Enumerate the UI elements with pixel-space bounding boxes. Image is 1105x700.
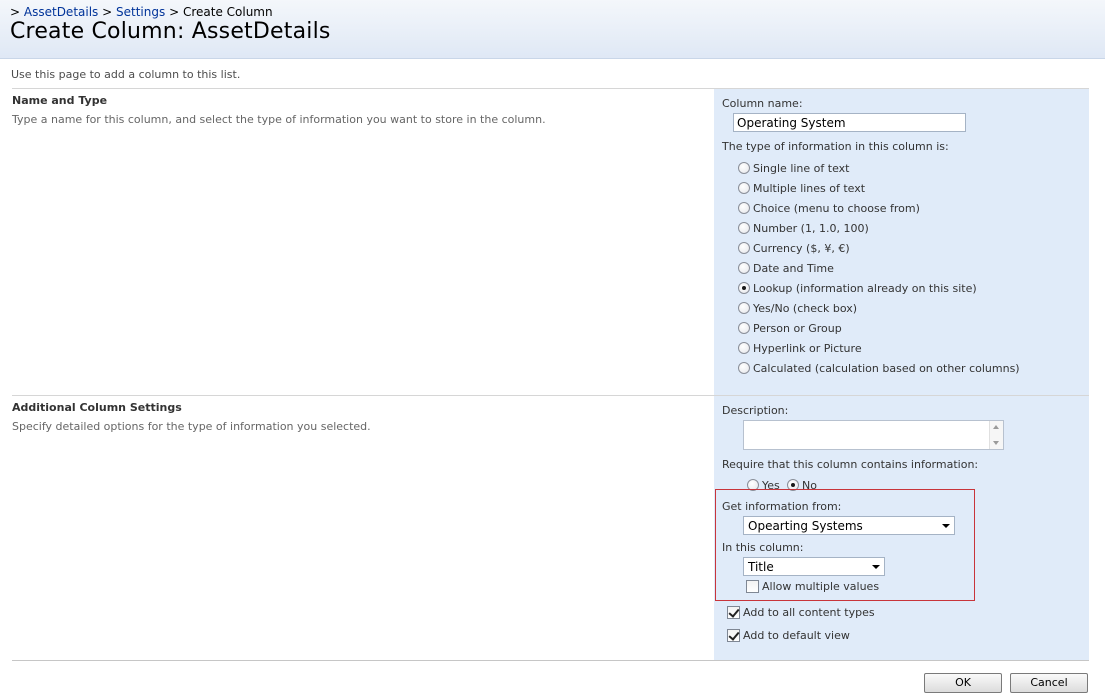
ok-button[interactable]: OK	[924, 673, 1002, 693]
breadcrumb-separator: >	[169, 5, 179, 19]
name-type-heading: Name and Type	[12, 94, 107, 107]
allow-multiple-label: Allow multiple values	[762, 580, 879, 593]
column-type-option[interactable]: Calculated (calculation based on other c…	[738, 360, 1020, 376]
column-type-option[interactable]: Person or Group	[738, 320, 842, 336]
get-info-select[interactable]: Opearting Systems	[743, 516, 955, 535]
page-title: Create Column: AssetDetails	[10, 19, 331, 44]
additional-settings-description: Specify detailed options for the type of…	[12, 420, 371, 433]
get-info-label: Get information from:	[722, 500, 841, 513]
breadcrumb: > AssetDetails > Settings > Create Colum…	[10, 5, 273, 19]
chevron-down-icon[interactable]	[872, 565, 880, 569]
allow-multiple-option[interactable]: Allow multiple values	[746, 578, 879, 594]
breadcrumb-link-settings[interactable]: Settings	[116, 5, 165, 19]
add-content-types-option[interactable]: Add to all content types	[727, 604, 875, 620]
column-type-radio[interactable]	[738, 342, 750, 354]
type-label: The type of information in this column i…	[722, 140, 949, 153]
column-type-label: Calculated (calculation based on other c…	[753, 362, 1020, 375]
in-column-selected-value: Title	[748, 560, 774, 574]
description-label: Description:	[722, 404, 788, 417]
name-type-description: Type a name for this column, and select …	[12, 113, 546, 126]
breadcrumb-separator: >	[10, 5, 20, 19]
column-type-label: Multiple lines of text	[753, 182, 865, 195]
allow-multiple-checkbox[interactable]	[746, 580, 759, 593]
column-type-radio[interactable]	[738, 262, 750, 274]
breadcrumb-current: Create Column	[183, 5, 273, 19]
column-type-radio[interactable]	[738, 322, 750, 334]
column-type-label: Lookup (information already on this site…	[753, 282, 977, 295]
in-column-select[interactable]: Title	[743, 557, 885, 576]
scroll-down-icon[interactable]	[993, 441, 999, 445]
add-default-view-checkbox[interactable]	[727, 629, 740, 642]
column-type-option[interactable]: Lookup (information already on this site…	[738, 280, 977, 296]
column-name-label: Column name:	[722, 97, 803, 110]
column-type-option[interactable]: Single line of text	[738, 160, 849, 176]
column-type-label: Currency ($, ¥, €)	[753, 242, 850, 255]
in-column-label: In this column:	[722, 541, 803, 554]
column-type-label: Date and Time	[753, 262, 834, 275]
column-type-option[interactable]: Multiple lines of text	[738, 180, 865, 196]
column-type-radio[interactable]	[738, 242, 750, 254]
column-type-radio[interactable]	[738, 182, 750, 194]
column-type-option[interactable]: Currency ($, ¥, €)	[738, 240, 850, 256]
column-name-input[interactable]: Operating System	[733, 113, 966, 132]
column-type-label: Choice (menu to choose from)	[753, 202, 920, 215]
column-type-label: Number (1, 1.0, 100)	[753, 222, 869, 235]
get-info-selected-value: Opearting Systems	[748, 519, 863, 533]
column-type-option[interactable]: Date and Time	[738, 260, 834, 276]
column-type-label: Yes/No (check box)	[753, 302, 857, 315]
column-type-option[interactable]: Number (1, 1.0, 100)	[738, 220, 869, 236]
breadcrumb-link-assetdetails[interactable]: AssetDetails	[24, 5, 98, 19]
column-type-option[interactable]: Yes/No (check box)	[738, 300, 857, 316]
column-type-radio[interactable]	[738, 202, 750, 214]
column-type-radio[interactable]	[738, 222, 750, 234]
add-content-types-checkbox[interactable]	[727, 606, 740, 619]
add-default-view-option[interactable]: Add to default view	[727, 627, 850, 643]
page-header: > AssetDetails > Settings > Create Colum…	[0, 0, 1105, 59]
description-textarea[interactable]	[743, 420, 1004, 450]
additional-settings-heading: Additional Column Settings	[12, 401, 182, 414]
column-type-radio[interactable]	[738, 362, 750, 374]
column-type-radio[interactable]	[738, 162, 750, 174]
require-label: Require that this column contains inform…	[722, 458, 978, 471]
column-type-radio[interactable]	[738, 282, 750, 294]
column-type-label: Person or Group	[753, 322, 842, 335]
chevron-down-icon[interactable]	[942, 524, 950, 528]
add-content-types-label: Add to all content types	[743, 606, 875, 619]
scroll-up-icon[interactable]	[993, 425, 999, 429]
column-type-option[interactable]: Choice (menu to choose from)	[738, 200, 920, 216]
cancel-button[interactable]: Cancel	[1010, 673, 1088, 693]
breadcrumb-separator: >	[102, 5, 112, 19]
column-type-label: Hyperlink or Picture	[753, 342, 862, 355]
column-type-option[interactable]: Hyperlink or Picture	[738, 340, 862, 356]
textarea-scrollbar[interactable]	[989, 421, 1003, 449]
page-intro: Use this page to add a column to this li…	[11, 68, 240, 81]
add-default-view-label: Add to default view	[743, 629, 850, 642]
column-type-label: Single line of text	[753, 162, 849, 175]
column-type-radio[interactable]	[738, 302, 750, 314]
section-divider	[12, 660, 1089, 661]
